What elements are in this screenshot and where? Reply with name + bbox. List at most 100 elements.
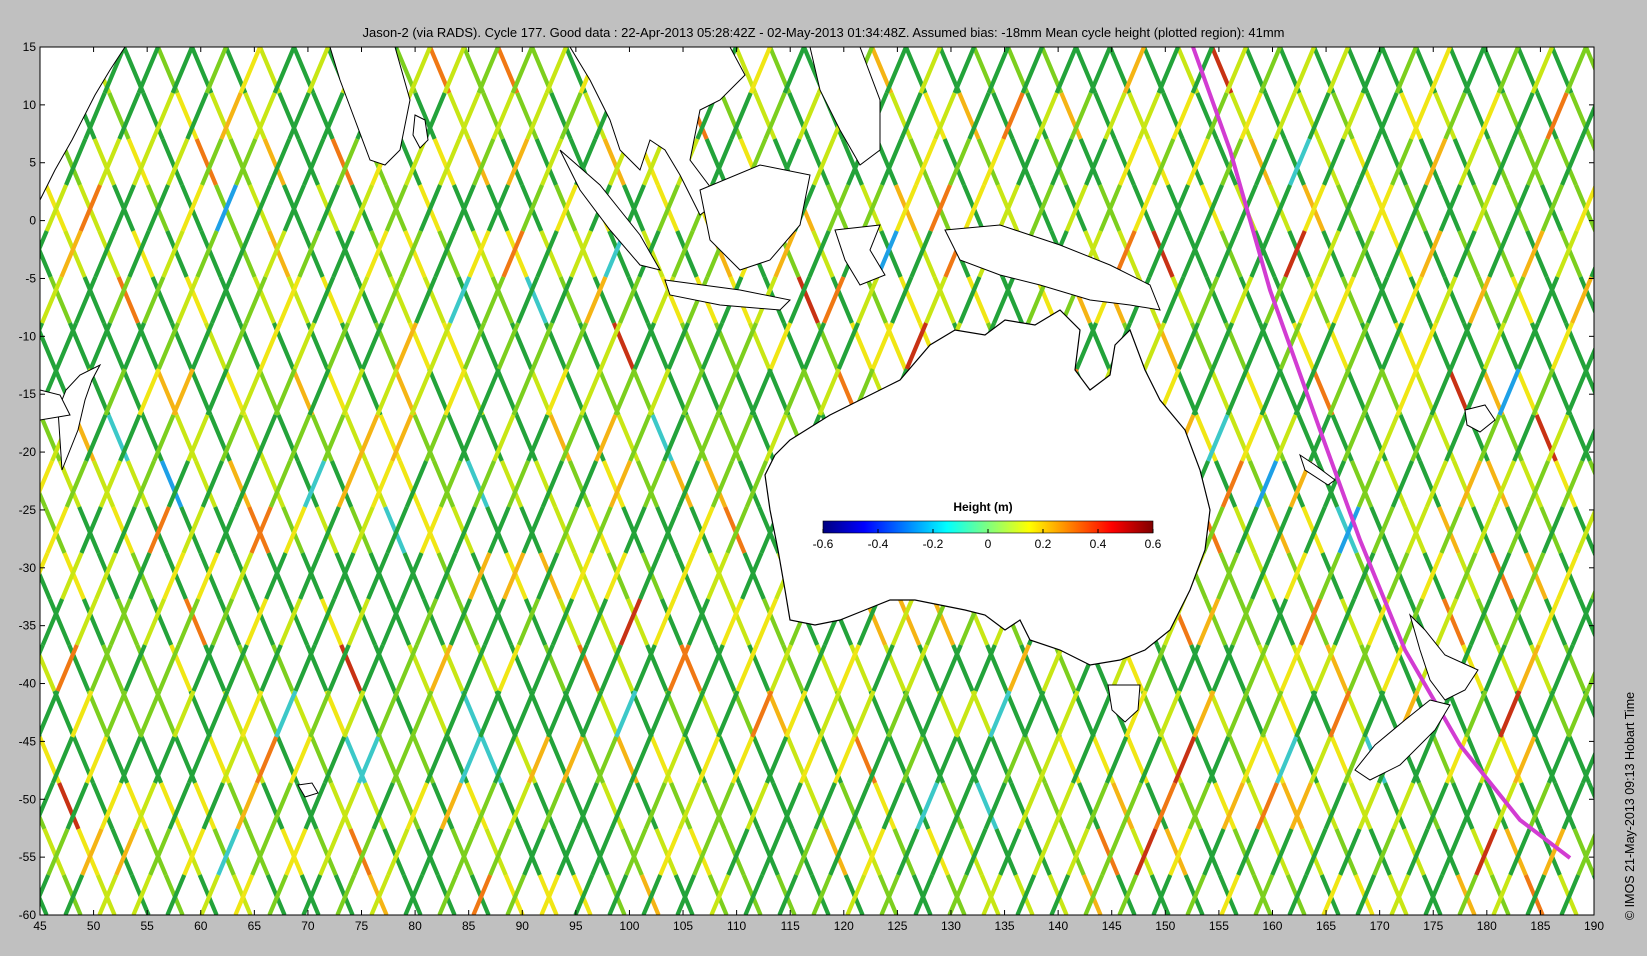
altimetry-track-segment [1630, 139, 1647, 185]
altimetry-track-segment [0, 553, 13, 599]
altimetry-track-segment [0, 599, 1, 645]
altimetry-track-segment [1602, 691, 1621, 737]
altimetry-track-segment [1625, 139, 1644, 185]
y-tick-label: 0 [29, 214, 36, 228]
altimetry-track-segment [1625, 231, 1644, 277]
altimetry-track-segment [1619, 369, 1638, 415]
y-tick-label: -30 [19, 561, 37, 575]
altimetry-track-segment [0, 139, 12, 185]
altimetry-track-segment [0, 47, 7, 93]
altimetry-track-segment [1604, 737, 1623, 783]
altimetry-track-segment [1606, 277, 1625, 323]
x-tick-label: 65 [248, 919, 262, 933]
x-tick-label: 185 [1530, 919, 1550, 933]
altimetry-track-segment [0, 231, 13, 277]
altimetry-track-segment [1634, 323, 1647, 369]
x-tick-label: 125 [887, 919, 907, 933]
altimetry-track-segment [1638, 737, 1647, 783]
altimetry-track-segment [0, 277, 2, 323]
altimetry-track-segment [1609, 507, 1628, 553]
y-tick-label: -10 [19, 329, 37, 343]
x-tick-label: 105 [673, 919, 693, 933]
y-tick-label: 10 [23, 98, 37, 112]
altimetry-track-segment [0, 231, 17, 277]
altimetry-track-segment [1629, 231, 1647, 277]
altimetry-track-segment [1611, 507, 1630, 553]
altimetry-track-segment [0, 139, 17, 185]
altimetry-track-segment [1601, 369, 1620, 415]
altimetry-track-segment [1601, 47, 1620, 93]
colorbar-tick-label: 0.4 [1090, 537, 1107, 551]
altimetry-track-segment [1605, 93, 1624, 139]
altimetry-track-segment [1614, 599, 1633, 645]
altimetry-track-segment [40, 732, 42, 737]
x-tick-label: 155 [1209, 919, 1229, 933]
x-tick-label: 100 [619, 919, 639, 933]
altimetry-track-segment [1615, 277, 1634, 323]
altimetry-track-segment [1631, 461, 1647, 507]
altimetry-track-segment [1640, 277, 1647, 323]
altimetry-track-segment [0, 737, 4, 783]
colorbar-title: Height (m) [953, 500, 1012, 514]
x-tick-label: 170 [1370, 919, 1390, 933]
altimetry-track-segment [1636, 691, 1647, 737]
altimetry-track-segment [1626, 553, 1645, 599]
altimetry-track-segment [1600, 323, 1619, 369]
colorbar-tick-label: -0.6 [813, 537, 834, 551]
altimetry-track-segment [4, 691, 23, 737]
altimetry-track-segment [1, 645, 20, 691]
copyright-notice: © IMOS 21-May-2013 09:13 Hobart Time [1623, 691, 1637, 920]
altimetry-track-segment [1605, 415, 1624, 461]
x-tick-label: 180 [1477, 919, 1497, 933]
x-tick-label: 60 [194, 919, 208, 933]
colorbar-tick-label: 0 [985, 537, 992, 551]
altimetry-track-segment [1590, 589, 1594, 600]
altimetry-track-segment [1596, 139, 1615, 185]
x-tick-label: 130 [941, 919, 961, 933]
y-tick-label: 5 [29, 156, 36, 170]
altimetry-track-segment [0, 783, 10, 829]
y-tick-label: -15 [19, 387, 37, 401]
altimetry-track-segment [1629, 553, 1647, 599]
altimetry-track-segment [1615, 93, 1634, 139]
altimetry-track-segment [1607, 599, 1626, 645]
x-tick-label: 70 [301, 919, 315, 933]
y-tick-label: -55 [19, 850, 37, 864]
altimetry-track-segment [1616, 415, 1635, 461]
x-tick-label: 90 [516, 919, 530, 933]
altimetry-track-segment [1598, 783, 1617, 829]
altimetry-track-segment [1639, 415, 1647, 461]
x-tick-label: 95 [569, 919, 583, 933]
y-tick-label: -45 [19, 734, 37, 748]
x-tick-label: 140 [1048, 919, 1068, 933]
x-tick-label: 120 [834, 919, 854, 933]
x-tick-label: 75 [355, 919, 369, 933]
x-tick-label: 160 [1262, 919, 1282, 933]
x-tick-label: 110 [727, 919, 746, 933]
x-tick-label: 85 [462, 919, 476, 933]
y-tick-label: -35 [19, 619, 37, 633]
altimetry-track-segment [0, 691, 6, 737]
altimetry-track-segment [0, 369, 7, 415]
altimetry-track-segment [0, 461, 18, 507]
altimetry-track-segment [3, 47, 22, 93]
x-tick-label: 175 [1423, 919, 1443, 933]
x-tick-label: 145 [1102, 919, 1122, 933]
x-tick-label: 190 [1584, 919, 1604, 933]
altimetry-track-segment [1611, 185, 1630, 231]
altimetry-track-segment [0, 875, 14, 915]
y-tick-label: 15 [23, 40, 37, 54]
altimetry-map: 45 50 55 60 65 70 75 80 85 90 95 100 105 110 115 120 125… [0, 40, 1647, 933]
x-tick-label: 135 [995, 919, 1015, 933]
y-tick-label: -50 [19, 792, 37, 806]
x-tick-label: 50 [87, 919, 101, 933]
altimetry-track-segment [1622, 645, 1641, 691]
x-tick-label: 150 [1155, 919, 1175, 933]
altimetry-track-segment [1639, 93, 1647, 139]
altimetry-track-segment [1624, 461, 1643, 507]
altimetry-track-segment [1620, 47, 1639, 93]
x-tick-label: 80 [408, 919, 422, 933]
altimetry-track-segment [0, 553, 16, 599]
altimetry-track-segment [1610, 185, 1629, 231]
altimetry-track-segment [0, 645, 9, 691]
